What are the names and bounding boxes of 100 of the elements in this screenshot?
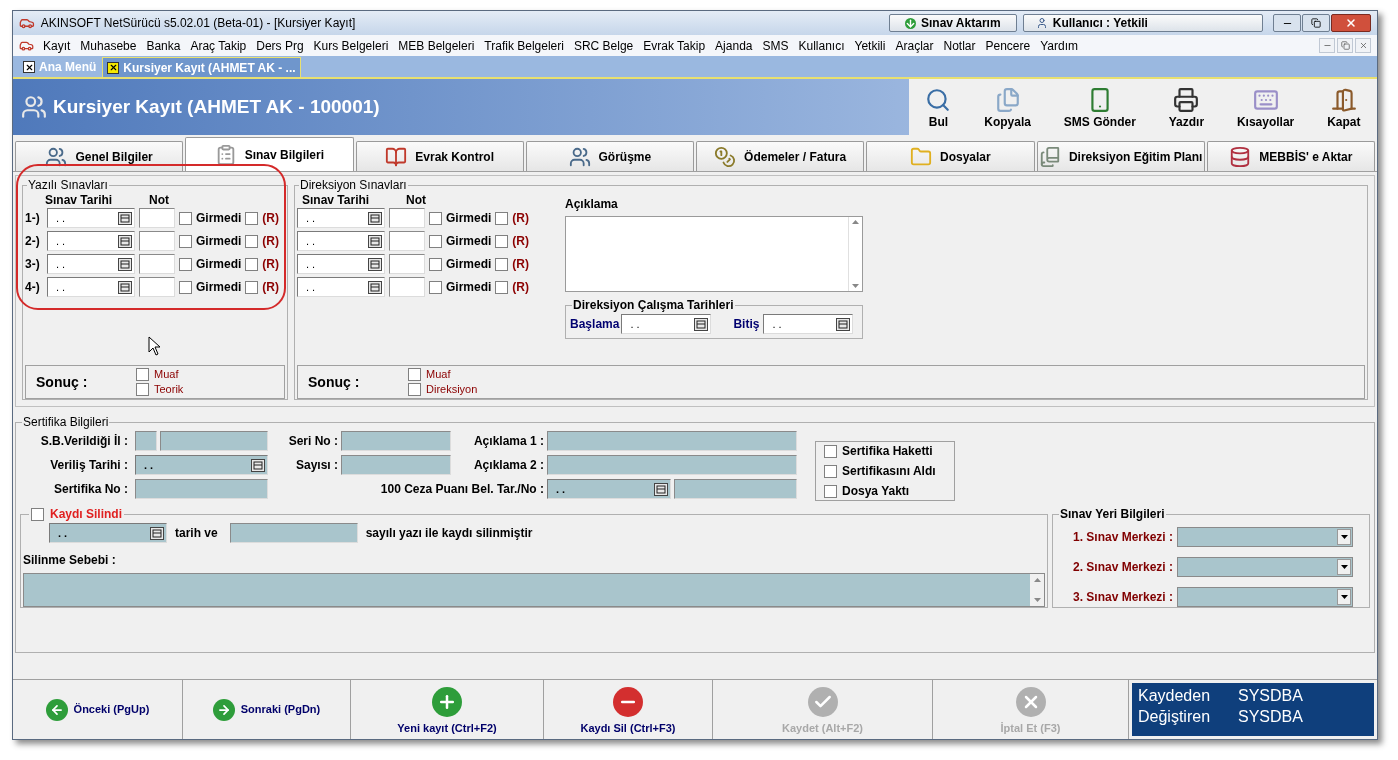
toolbar-button[interactable]: Bul xyxy=(921,87,956,131)
toolbar-button[interactable]: Kapat xyxy=(1323,87,1365,131)
footer-button[interactable]: Kaydı Sil (Ctrl+F3) xyxy=(544,680,713,739)
grade-field[interactable] xyxy=(139,254,175,274)
menu-item[interactable]: Araç Takip xyxy=(185,36,252,55)
checkbox[interactable] xyxy=(408,368,421,381)
scroll-up-icon[interactable] xyxy=(1033,578,1041,582)
footer-button[interactable]: Sonraki (PgDn) xyxy=(183,680,351,739)
date-field[interactable]: . . xyxy=(547,479,671,499)
menu-item[interactable]: SRC Belge xyxy=(568,36,639,55)
date-field[interactable]: . . xyxy=(47,208,135,228)
text-field[interactable] xyxy=(547,455,797,475)
checkbox[interactable] xyxy=(245,234,259,248)
footer-button[interactable]: Önceki (PgUp) xyxy=(13,680,183,739)
menu-item[interactable]: Araçlar xyxy=(890,36,939,55)
note-field[interactable] xyxy=(565,216,864,292)
calendar-icon[interactable] xyxy=(836,317,851,331)
date-field[interactable]: . . xyxy=(763,314,854,334)
tab[interactable]: Sınav Bilgileri xyxy=(185,137,354,171)
checkbox[interactable] xyxy=(245,280,259,294)
grade-field[interactable] xyxy=(389,254,425,274)
menu-item[interactable]: Kurs Belgeleri xyxy=(308,36,394,55)
date-field[interactable]: . . xyxy=(47,254,135,274)
code-field[interactable] xyxy=(135,431,157,451)
text-field[interactable] xyxy=(160,431,268,451)
checkbox[interactable] xyxy=(824,464,837,478)
checkbox[interactable] xyxy=(408,383,421,396)
date-field[interactable]: . . xyxy=(297,231,385,251)
date-field[interactable]: . . xyxy=(297,277,385,297)
menu-item[interactable]: Muhasebe xyxy=(75,36,142,55)
checkbox[interactable] xyxy=(179,280,192,294)
footer-button[interactable]: Yeni kayıt (Ctrl+F2) xyxy=(351,680,544,739)
menu-item[interactable]: Ajanda xyxy=(710,36,758,55)
dropdown-button[interactable] xyxy=(1337,559,1351,575)
menu-item[interactable]: Evrak Takip xyxy=(638,36,711,55)
menu-item[interactable]: Pencere xyxy=(980,36,1036,55)
title-bar-button[interactable]: Sınav Aktarım xyxy=(888,14,1017,32)
grade-field[interactable] xyxy=(389,208,425,228)
minimize-button[interactable] xyxy=(1273,14,1301,32)
text-field[interactable] xyxy=(229,523,358,543)
date-field[interactable]: . . xyxy=(49,523,167,543)
calendar-icon[interactable] xyxy=(118,211,132,225)
menu-item[interactable]: SMS xyxy=(757,36,794,55)
checkbox[interactable] xyxy=(31,507,44,521)
scroll-down-icon[interactable] xyxy=(1033,598,1041,602)
menu-item[interactable]: Banka xyxy=(141,36,186,55)
checkbox[interactable] xyxy=(495,211,509,225)
calendar-icon[interactable] xyxy=(368,257,382,271)
calendar-icon[interactable] xyxy=(118,280,132,294)
menu-item[interactable]: Kayıt xyxy=(38,36,76,55)
checkbox[interactable] xyxy=(136,368,149,381)
calendar-icon[interactable] xyxy=(694,317,709,331)
checkbox[interactable] xyxy=(495,280,509,294)
checkbox[interactable] xyxy=(429,257,442,271)
calendar-icon[interactable] xyxy=(251,458,265,472)
toolbar-button[interactable]: Yazdır xyxy=(1164,87,1209,131)
checkbox[interactable] xyxy=(824,484,837,498)
grade-field[interactable] xyxy=(389,277,425,297)
calendar-icon[interactable] xyxy=(118,234,132,248)
scroll-down-icon[interactable] xyxy=(852,284,860,288)
calendar-icon[interactable] xyxy=(368,234,382,248)
checkbox[interactable] xyxy=(179,234,192,248)
checkbox[interactable] xyxy=(495,257,509,271)
tab[interactable]: Genel Bilgiler xyxy=(15,141,184,171)
menu-item[interactable]: Yardım xyxy=(1035,36,1083,55)
text-field[interactable] xyxy=(674,479,797,499)
calendar-icon[interactable] xyxy=(368,211,382,225)
tab[interactable]: Görüşme xyxy=(525,141,694,171)
tab[interactable]: Direksiyon Eğitim Planı xyxy=(1036,141,1205,171)
calendar-icon[interactable] xyxy=(654,482,668,496)
checkbox[interactable] xyxy=(245,257,259,271)
tab[interactable]: Dosyalar xyxy=(866,141,1035,171)
menu-item[interactable]: Notlar xyxy=(938,36,981,55)
menu-item[interactable]: Trafik Belgeleri xyxy=(479,36,569,55)
checkbox[interactable] xyxy=(429,234,442,248)
grade-field[interactable] xyxy=(139,208,175,228)
minimize-button[interactable] xyxy=(1319,38,1335,53)
checkbox[interactable] xyxy=(495,234,509,248)
scrollbar[interactable] xyxy=(1030,574,1044,606)
text-field[interactable] xyxy=(341,431,451,451)
checkbox[interactable] xyxy=(429,280,442,294)
text-field[interactable] xyxy=(547,431,797,451)
tab[interactable]: Evrak Kontrol xyxy=(355,141,524,171)
grade-field[interactable] xyxy=(139,277,175,297)
checkbox[interactable] xyxy=(429,211,442,225)
dropdown-button[interactable] xyxy=(1337,589,1351,605)
date-field[interactable]: . . xyxy=(621,314,712,334)
date-field[interactable]: . . xyxy=(297,254,385,274)
date-field[interactable]: . . xyxy=(297,208,385,228)
menu-item[interactable]: Ders Prg xyxy=(251,36,309,55)
toolbar-button[interactable]: SMS Gönder xyxy=(1059,87,1140,131)
calendar-icon[interactable] xyxy=(368,280,382,294)
tab-close-button[interactable] xyxy=(23,61,35,73)
checkbox[interactable] xyxy=(136,383,149,396)
tab[interactable]: Ödemeler / Fatura xyxy=(696,141,865,171)
text-field[interactable] xyxy=(135,479,268,499)
close-button[interactable] xyxy=(1331,14,1371,32)
scroll-up-icon[interactable] xyxy=(852,220,860,224)
date-field[interactable]: . . xyxy=(47,277,135,297)
title-bar-button[interactable]: Kullanıcı : Yetkili xyxy=(1022,14,1263,32)
